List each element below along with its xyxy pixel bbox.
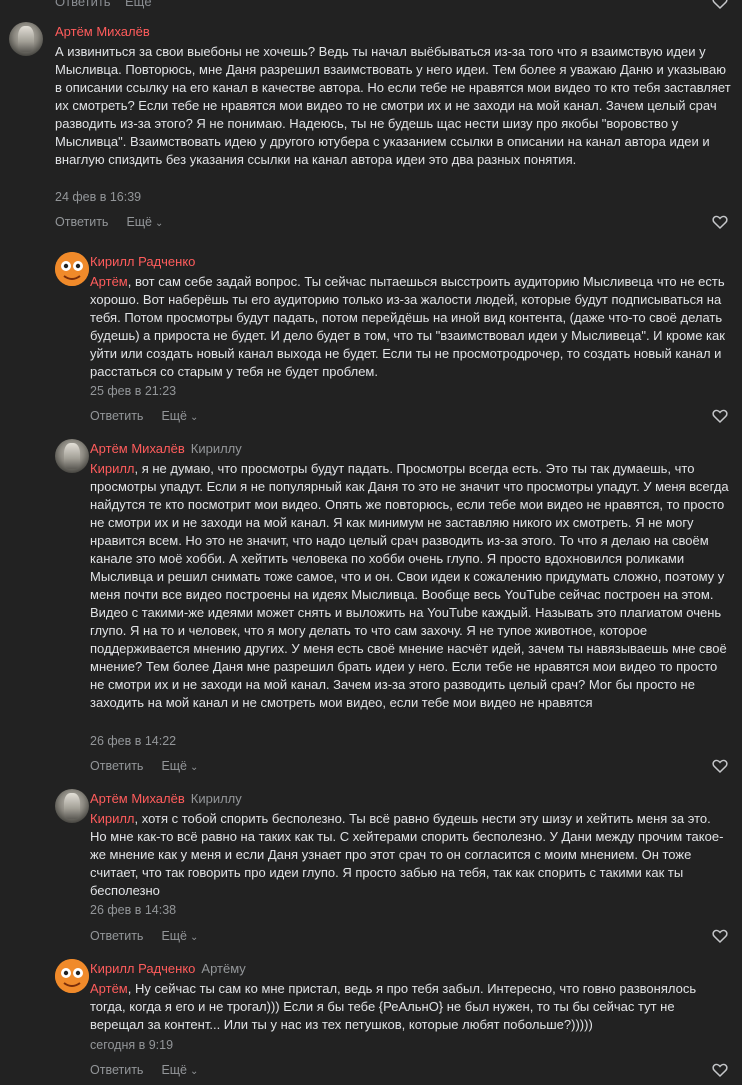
reply-to-link[interactable]: Артёму [201, 961, 245, 976]
more-label: Ещё [126, 215, 153, 229]
comment-text: Кирилл, я не думаю, что просмотры будут … [90, 460, 732, 712]
previous-comment-actions: Ответить Ещё [0, 0, 742, 10]
comment-text: Кирилл, хотя с тобой спорить бесполезно.… [90, 810, 726, 900]
mention-link[interactable]: Артём [90, 981, 128, 996]
comment-author: Артём Михалёв Кириллу [90, 441, 242, 456]
reply-button[interactable]: Ответить [90, 1063, 143, 1077]
more-button[interactable]: Ещё [125, 0, 152, 9]
comment-author[interactable]: Кирилл Радченко [90, 254, 195, 269]
comment-date[interactable]: 24 фев в 16:39 [55, 190, 141, 204]
avatar[interactable] [9, 22, 43, 56]
avatar[interactable] [55, 252, 89, 286]
comment-actions: Ответить Ещё ⌄ [90, 929, 198, 943]
more-button[interactable]: Ещё ⌄ [161, 1063, 198, 1077]
more-button[interactable]: Ещё ⌄ [161, 929, 198, 943]
avatar[interactable] [55, 789, 89, 823]
reply-button[interactable]: Ответить [90, 409, 143, 423]
comment-date[interactable]: 26 фев в 14:38 [90, 903, 176, 917]
chevron-down-icon: ⌄ [190, 762, 199, 773]
chevron-down-icon: ⌄ [190, 412, 199, 423]
reply-to-link[interactable]: Кириллу [191, 791, 242, 806]
mention-link[interactable]: Кирилл [90, 811, 135, 826]
mention-link[interactable]: Артём [90, 274, 128, 289]
author-link[interactable]: Кирилл Радченко [90, 961, 195, 976]
mention-link[interactable]: Кирилл [90, 461, 135, 476]
author-link[interactable]: Артём Михалёв [90, 441, 185, 456]
comment-text: А извиниться за свои выебоны не хочешь? … [55, 44, 731, 167]
comment-author: Кирилл Радченко Артёму [90, 961, 246, 976]
comment-body: , вот сам себе задай вопрос. Ты сейчас п… [90, 274, 725, 379]
more-button[interactable]: Ещё ⌄ [161, 409, 198, 423]
reply-button[interactable]: Ответить [55, 215, 108, 229]
comment-text: Артём, вот сам себе задай вопрос. Ты сей… [90, 273, 730, 381]
chevron-down-icon: ⌄ [190, 1066, 199, 1077]
comment-actions: Ответить Ещё ⌄ [90, 759, 198, 773]
avatar-orange-cartoon [55, 959, 89, 993]
reply-button[interactable]: Ответить [90, 929, 143, 943]
comment-body: , Ну сейчас ты сам ко мне пристал, ведь … [90, 981, 697, 1032]
comment-date[interactable]: сегодня в 9:19 [90, 1038, 173, 1052]
more-label: Ещё [161, 409, 188, 423]
comment-date[interactable]: 25 фев в 21:23 [90, 384, 176, 398]
comment-author[interactable]: Артём Михалёв [55, 24, 150, 39]
heart-icon[interactable] [712, 928, 728, 944]
more-label: Ещё [161, 1063, 188, 1077]
comment-text: Артём, Ну сейчас ты сам ко мне пристал, … [90, 980, 720, 1034]
avatar[interactable] [55, 439, 89, 473]
more-label: Ещё [161, 759, 188, 773]
comment-actions: Ответить Ещё ⌄ [90, 409, 198, 423]
avatar-orange-cartoon [55, 252, 89, 286]
heart-icon[interactable] [712, 408, 728, 424]
author-link[interactable]: Артём Михалёв [90, 791, 185, 806]
more-button[interactable]: Ещё ⌄ [126, 215, 163, 229]
comment-body: , я не думаю, что просмотры будут падать… [90, 461, 729, 710]
heart-icon[interactable] [712, 758, 728, 774]
more-label: Ещё [161, 929, 188, 943]
heart-icon[interactable] [712, 0, 728, 10]
reply-button[interactable]: Ответить [90, 759, 143, 773]
more-button[interactable]: Ещё ⌄ [161, 759, 198, 773]
comment-actions: Ответить Ещё ⌄ [90, 1063, 198, 1077]
comment-author: Артём Михалёв Кириллу [90, 791, 242, 806]
reply-to-link[interactable]: Кириллу [191, 441, 242, 456]
comment-body: , хотя с тобой спорить бесполезно. Ты вс… [90, 811, 724, 898]
heart-icon[interactable] [712, 214, 728, 230]
heart-icon[interactable] [712, 1062, 728, 1078]
reply-button[interactable]: Ответить [55, 0, 111, 9]
chevron-down-icon: ⌄ [155, 218, 164, 229]
comment-date[interactable]: 26 фев в 14:22 [90, 734, 176, 748]
avatar[interactable] [55, 959, 89, 993]
chevron-down-icon: ⌄ [190, 932, 199, 943]
comment-actions: Ответить Ещё ⌄ [55, 215, 163, 229]
